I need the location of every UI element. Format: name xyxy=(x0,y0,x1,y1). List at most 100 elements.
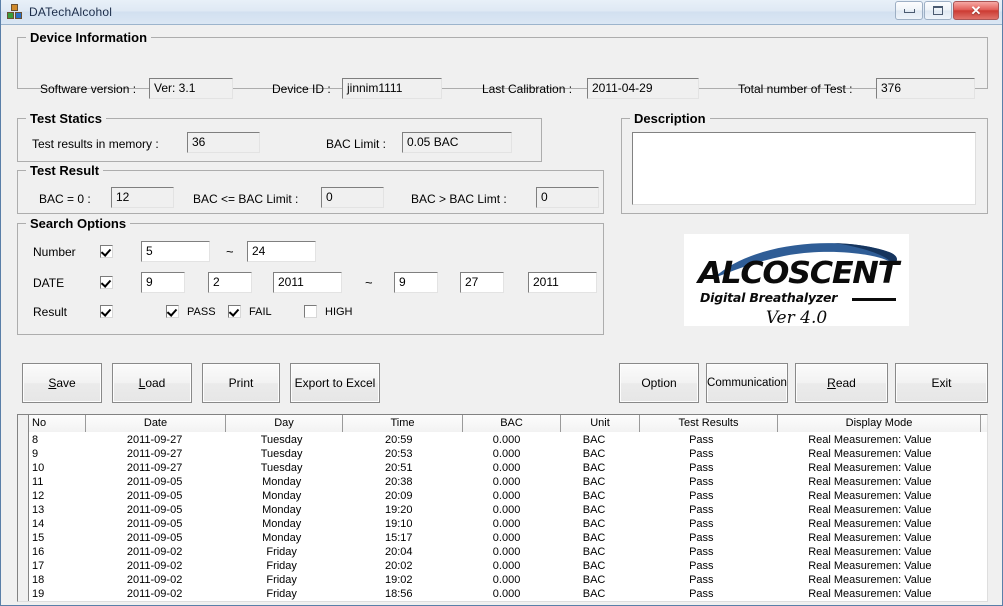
date-to-month-input[interactable]: 9 xyxy=(394,272,438,293)
table-cell: BAC xyxy=(582,546,606,558)
software-version-label: Software version : xyxy=(40,82,137,96)
load-button[interactable]: Load xyxy=(112,363,192,403)
table-row[interactable]: 11 2011-09-05 Monday 20:38 0.000 BAC Pass Real … xyxy=(29,475,987,489)
date-from-month-input[interactable]: 9 xyxy=(141,272,185,293)
maximize-icon xyxy=(933,6,943,15)
table-cell: 20:53 xyxy=(385,448,413,460)
results-table[interactable]: No Date Day Time BAC Unit Test Results Display … xyxy=(17,414,988,602)
table-cell: 20:09 xyxy=(385,490,413,502)
table-header-time[interactable]: Time xyxy=(343,415,463,432)
table-row[interactable]: 12 2011-09-05 Monday 20:09 0.000 BAC Pass Real … xyxy=(29,489,987,503)
table-row[interactable]: 16 2011-09-02 Friday 20:04 0.000 BAC Pass Real … xyxy=(29,545,987,559)
results-in-memory-field[interactable]: 36 xyxy=(187,132,260,153)
test-result-legend: Test Result xyxy=(26,163,104,178)
table-cell: 18 xyxy=(32,574,45,586)
description-input[interactable] xyxy=(632,132,976,205)
table-cell: Real Measuremen: Value xyxy=(808,546,932,558)
table-cell: BAC xyxy=(582,504,606,516)
result-high-checkbox[interactable] xyxy=(304,305,317,318)
table-cell: 2011-09-27 xyxy=(126,448,183,460)
result-high-label: HIGH xyxy=(325,306,353,318)
date-from-year-input[interactable]: 2011 xyxy=(273,272,342,293)
table-cell: 0.000 xyxy=(492,490,521,502)
table-cell: 11 xyxy=(32,476,44,488)
bac-limit-field[interactable]: 0.05 BAC xyxy=(402,132,512,153)
total-tests-field[interactable]: 376 xyxy=(876,78,975,99)
table-cell: 20:51 xyxy=(385,462,413,474)
table-row[interactable]: 10 2011-09-27 Tuesday 20:51 0.000 BAC Pass Real… xyxy=(29,461,987,475)
alcoscent-logo: ALCOSCENT Digital Breathalyzer Ver 4.0 xyxy=(684,234,909,326)
table-header-filler[interactable] xyxy=(981,415,987,432)
table-header-unit[interactable]: Unit xyxy=(561,415,640,432)
table-header-test-results[interactable]: Test Results xyxy=(640,415,778,432)
table-cell: Pass xyxy=(689,462,714,474)
table-cell: 0.000 xyxy=(492,546,521,558)
maximize-button[interactable] xyxy=(924,1,952,20)
read-button[interactable]: Read xyxy=(795,363,888,403)
number-range-separator: ~ xyxy=(226,244,234,259)
result-pass-checkbox[interactable] xyxy=(166,305,179,318)
last-calibration-field[interactable]: 2011-04-29 xyxy=(587,78,699,99)
number-to-input[interactable]: 24 xyxy=(247,241,316,262)
table-cell: 2011-09-02 xyxy=(126,574,183,586)
device-information-legend: Device Information xyxy=(26,30,152,45)
table-cell: 8 xyxy=(32,434,39,446)
table-header-display-mode[interactable]: Display Mode xyxy=(778,415,981,432)
table-header-day[interactable]: Day xyxy=(226,415,343,432)
minimize-button[interactable] xyxy=(895,1,923,20)
bac-zero-field[interactable]: 12 xyxy=(111,187,174,208)
table-cell: 2011-09-05 xyxy=(126,518,183,530)
result-label: Result xyxy=(33,305,68,319)
table-cell: 20:38 xyxy=(385,476,413,488)
date-to-day-input[interactable]: 27 xyxy=(460,272,504,293)
date-label: DATE xyxy=(33,276,65,290)
table-cell: 20:02 xyxy=(385,560,413,572)
table-row[interactable]: 14 2011-09-05 Monday 19:10 0.000 BAC Pass Real … xyxy=(29,517,987,531)
bac-over-limit-field[interactable]: 0 xyxy=(536,187,599,208)
table-cell: 2011-09-05 xyxy=(126,490,183,502)
table-row[interactable]: 18 2011-09-02 Friday 19:02 0.000 BAC Pass Real … xyxy=(29,573,987,587)
software-version-field[interactable]: Ver: 3.1 xyxy=(149,78,233,99)
table-cell: Tuesday xyxy=(260,448,303,460)
save-button[interactable]: Save xyxy=(22,363,102,403)
table-cell xyxy=(970,517,987,531)
client-area: Device Information Software version : Ve… xyxy=(1,25,1002,605)
communication-button[interactable]: Communication xyxy=(706,363,788,403)
close-button[interactable]: ✕ xyxy=(953,1,999,20)
table-header-no[interactable]: No xyxy=(29,415,86,432)
export-to-excel-button[interactable]: Export to Excel xyxy=(290,363,380,403)
device-id-field[interactable]: jinnim1111 xyxy=(342,78,442,99)
print-button[interactable]: Print xyxy=(202,363,280,403)
table-header-bac[interactable]: BAC xyxy=(463,415,561,432)
table-row[interactable]: 9 2011-09-27 Tuesday 20:53 0.000 BAC Pass Real … xyxy=(29,447,987,461)
table-cell: Monday xyxy=(262,518,302,530)
table-row[interactable]: 17 2011-09-02 Friday 20:02 0.000 BAC Pass Real … xyxy=(29,559,987,573)
save-button-label: Save xyxy=(48,376,76,390)
result-fail-checkbox[interactable] xyxy=(228,305,241,318)
number-enable-checkbox[interactable] xyxy=(100,245,113,258)
table-header-row[interactable]: No Date Day Time BAC Unit Test Results Display … xyxy=(29,415,987,432)
date-from-day-input[interactable]: 2 xyxy=(208,272,252,293)
number-from-input[interactable]: 5 xyxy=(141,241,210,262)
logo-tagline: Digital Breathalyzer xyxy=(700,290,838,305)
exit-button[interactable]: Exit xyxy=(895,363,988,403)
test-result-group: Test Result xyxy=(17,163,604,214)
table-cell: 2011-09-05 xyxy=(126,532,183,544)
date-enable-checkbox[interactable] xyxy=(100,276,113,289)
table-cell: 0.000 xyxy=(492,476,521,488)
title-bar[interactable]: DATechAlcohol ✕ xyxy=(1,0,1002,25)
bac-under-limit-field[interactable]: 0 xyxy=(321,187,384,208)
total-tests-label: Total number of Test : xyxy=(738,82,853,96)
date-to-year-input[interactable]: 2011 xyxy=(528,272,597,293)
table-cell xyxy=(970,573,987,587)
result-enable-checkbox[interactable] xyxy=(100,305,113,318)
table-cell: Monday xyxy=(262,490,302,502)
table-row[interactable]: 13 2011-09-05 Monday 19:20 0.000 BAC Pass Real … xyxy=(29,503,987,517)
table-row[interactable]: 15 2011-09-05 Monday 15:17 0.000 BAC Pass Real … xyxy=(29,531,987,545)
table-cell: Real Measuremen: Value xyxy=(808,490,932,502)
table-cell: Real Measuremen: Value xyxy=(808,462,932,474)
table-row[interactable]: 8 2011-09-27 Tuesday 20:59 0.000 BAC Pass Real … xyxy=(29,433,987,447)
table-row[interactable]: 19 2011-09-02 Friday 18:56 0.000 BAC Pass Real … xyxy=(29,587,987,601)
table-header-date[interactable]: Date xyxy=(86,415,226,432)
option-button[interactable]: Option xyxy=(619,363,699,403)
